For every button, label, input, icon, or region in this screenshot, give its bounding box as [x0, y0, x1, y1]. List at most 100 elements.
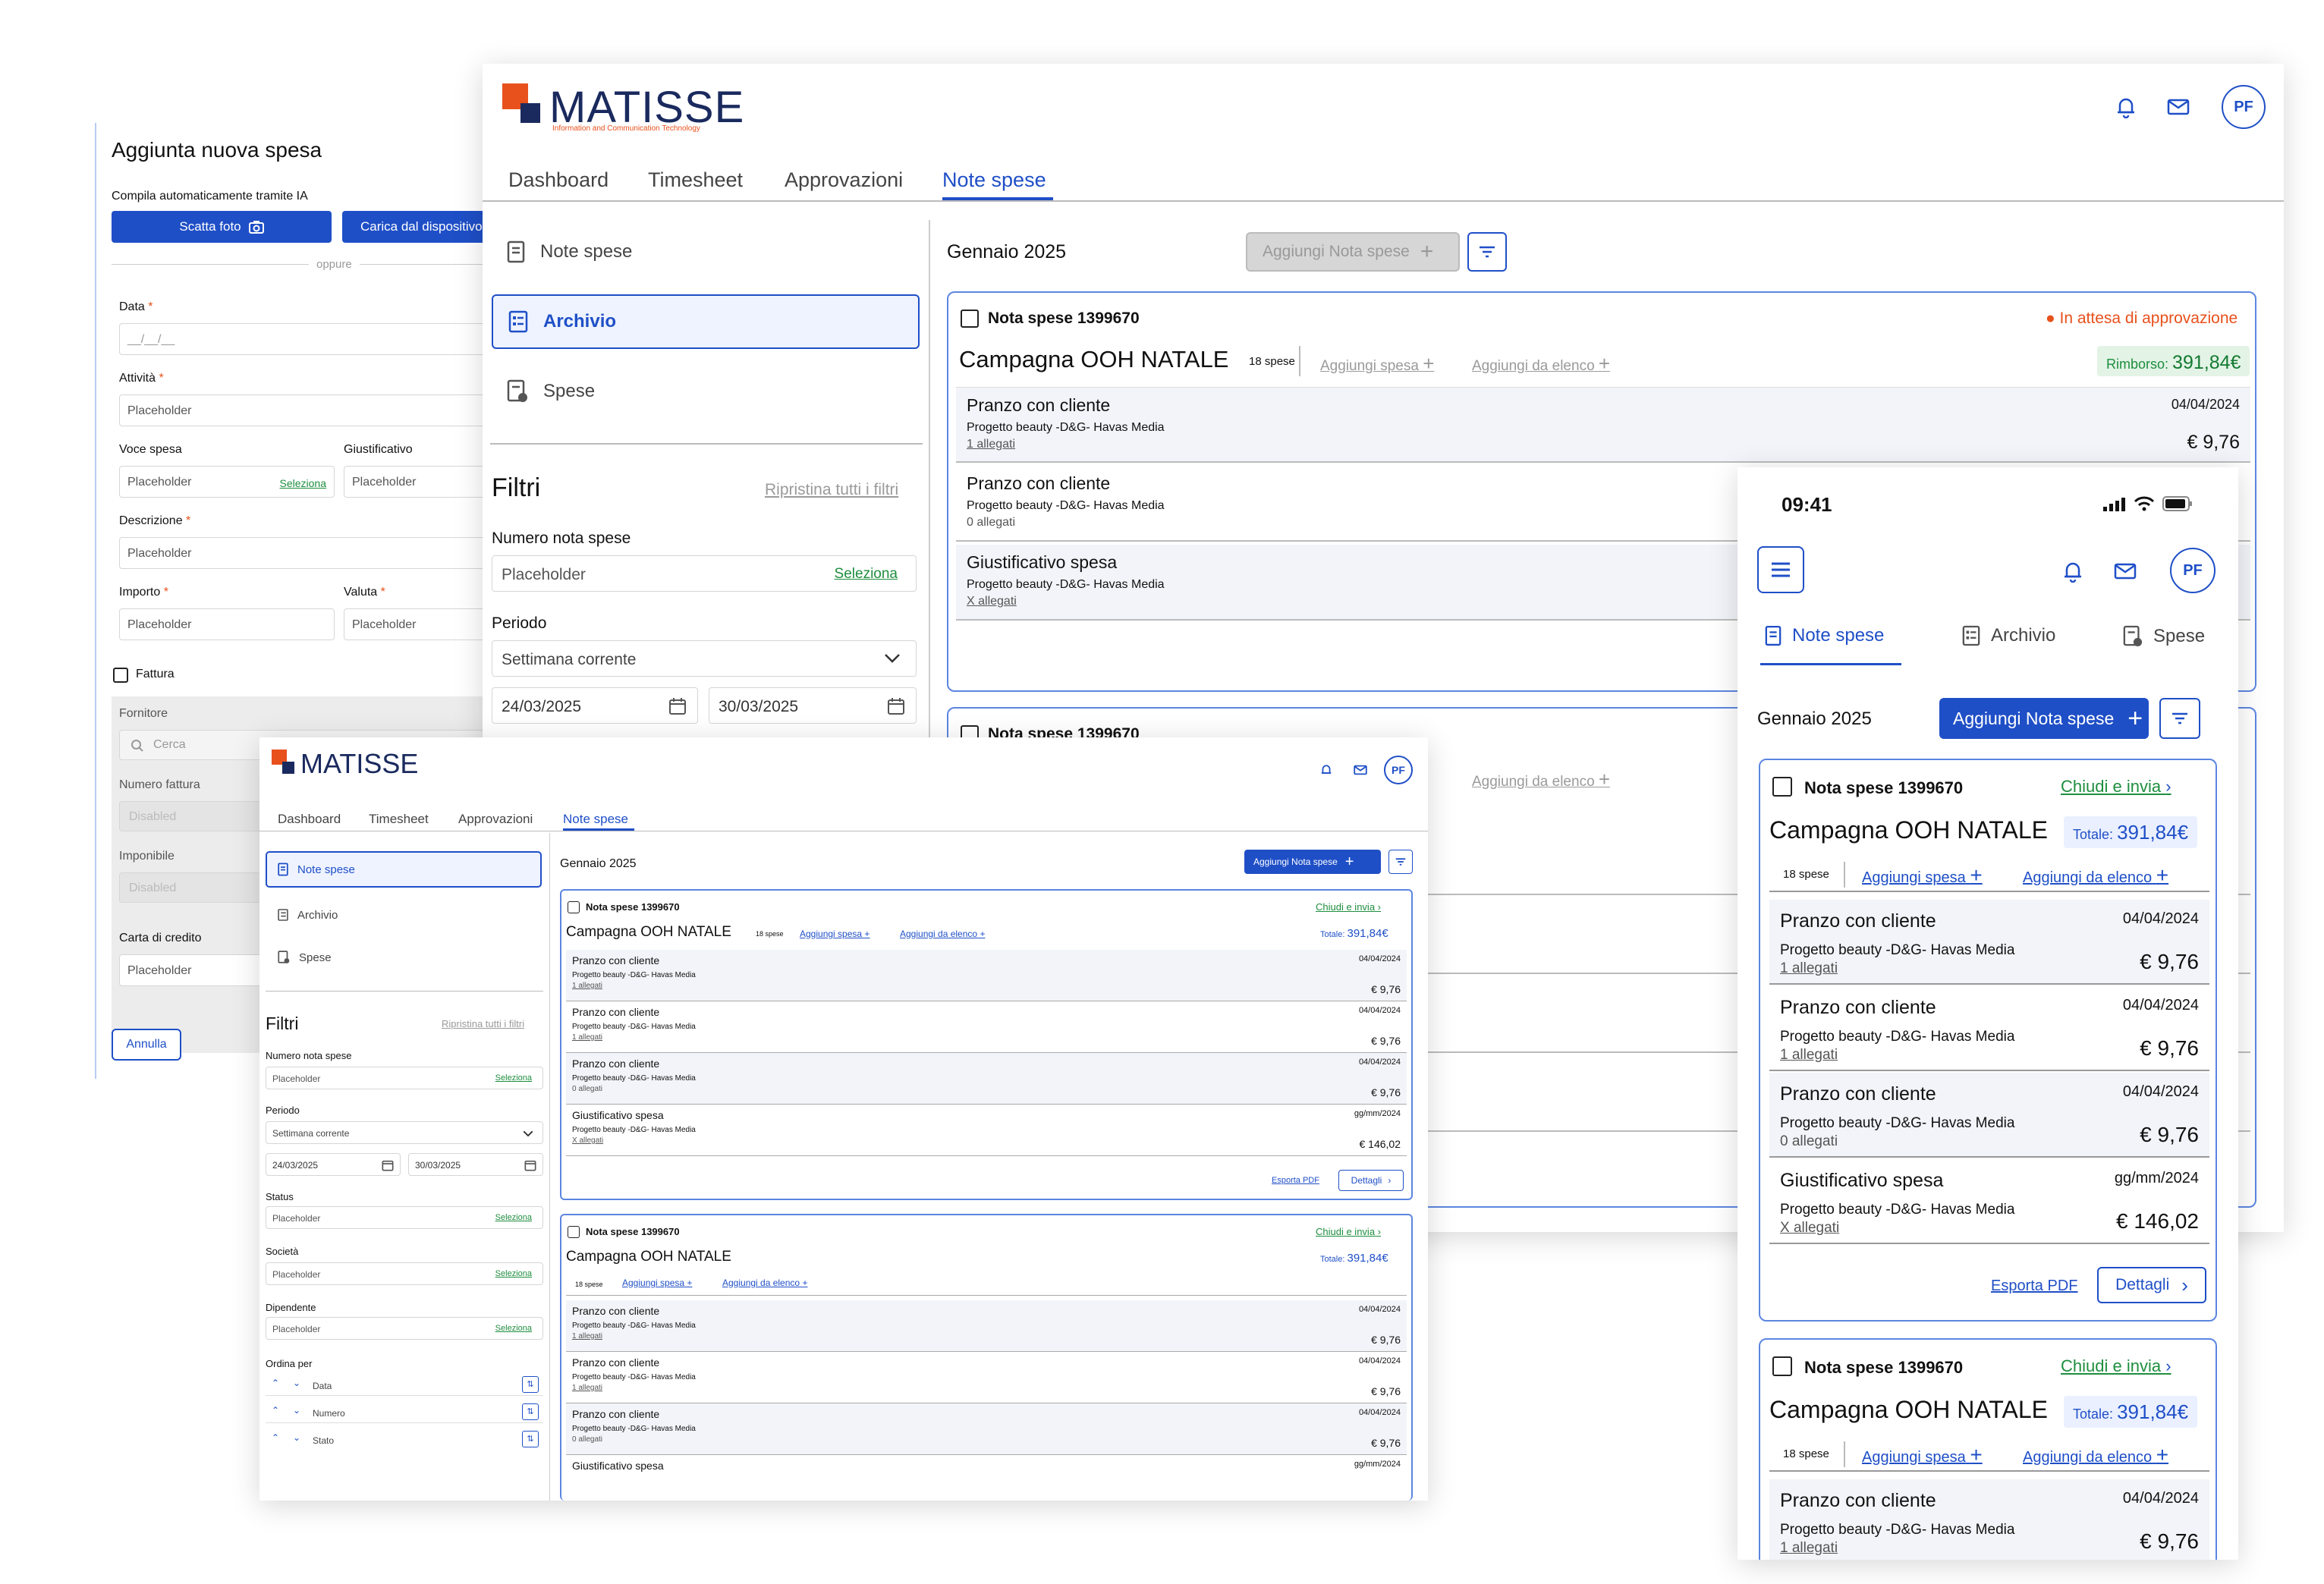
expense-row[interactable]: Pranzo con cliente Progetto beauty -D&G-… [1769, 900, 2209, 985]
sidebar-item-spese[interactable]: Spese [492, 363, 920, 420]
expense-attachments[interactable]: 1 allegati [1780, 960, 1838, 977]
add-from-list-link[interactable]: Aggiungi da elenco + [2023, 863, 2168, 888]
expense-attachments[interactable]: 1 allegati [572, 982, 602, 990]
avatar[interactable]: PF [2170, 548, 2216, 593]
add-note-button-disabled[interactable]: Aggiungi Nota spese + [1246, 232, 1460, 272]
sidebar-item-archivio[interactable]: Archivio [492, 294, 920, 349]
expense-row[interactable]: Pranzo con cliente Progetto beauty -D&G-… [566, 1352, 1407, 1403]
expense-attachments[interactable]: 1 allegati [967, 438, 1015, 451]
avatar[interactable]: PF [1384, 756, 1413, 784]
invoice-checkbox[interactable] [113, 668, 128, 683]
bell-icon[interactable] [2115, 96, 2137, 118]
bell-icon[interactable] [2062, 560, 2083, 583]
filter-button[interactable] [1388, 850, 1413, 874]
sidebar-item-note-spese[interactable]: Note spese [492, 223, 920, 281]
tab-spese[interactable]: Spese [2123, 625, 2205, 648]
numero-nota-field[interactable]: Placeholder Seleziona [492, 555, 917, 592]
expense-row[interactable]: Pranzo con cliente Progetto beauty -D&G-… [566, 950, 1407, 1001]
expense-row[interactable]: Pranzo con cliente Progetto beauty -D&G-… [566, 1300, 1407, 1352]
date-field[interactable]: __/__/__ [119, 323, 491, 355]
sort-toggle-icon[interactable]: ⇅ [522, 1431, 539, 1447]
sort-asc-icon[interactable]: ⌃ [272, 1405, 279, 1416]
tab-note-spese[interactable]: Note spese [942, 168, 1046, 192]
expense-attachments[interactable]: 1 allegati [572, 1033, 602, 1042]
dipendente-field[interactable]: Placeholder Seleziona [266, 1317, 543, 1340]
tab-approvazioni[interactable]: Approvazioni [458, 812, 533, 827]
avatar[interactable]: PF [2222, 85, 2266, 129]
bell-icon[interactable] [1320, 763, 1332, 777]
note-checkbox[interactable] [568, 1226, 580, 1238]
expense-attachments[interactable]: X allegati [967, 595, 1017, 608]
sort-asc-icon[interactable]: ⌃ [272, 1378, 279, 1388]
close-send-link[interactable]: Chiudi e invia › [2061, 1356, 2171, 1376]
giustificativo-field[interactable]: Placeholder [344, 466, 491, 498]
order-row[interactable]: ⌃ ⌄ Stato ⇅ [266, 1431, 543, 1450]
numero-nota-field[interactable]: Placeholder Seleziona [266, 1067, 543, 1089]
select-link[interactable]: Seleziona [495, 1269, 532, 1278]
close-send-link[interactable]: Chiudi e invia › [2061, 777, 2171, 797]
note-checkbox[interactable] [1772, 777, 1792, 797]
select-link[interactable]: Seleziona [835, 566, 898, 583]
date-from-field[interactable]: 24/03/2025 [266, 1153, 401, 1176]
export-pdf-link[interactable]: Esporta PDF [1272, 1176, 1319, 1185]
tab-dashboard[interactable]: Dashboard [278, 812, 341, 827]
add-from-list-link[interactable]: Aggiungi da elenco + [1472, 352, 1610, 376]
expense-attachments[interactable]: 1 allegati [572, 1384, 602, 1392]
mail-icon[interactable] [2167, 99, 2190, 115]
add-note-button[interactable]: Aggiungi Nota spese + [1939, 698, 2149, 739]
date-from-field[interactable]: 24/03/2025 [492, 687, 698, 724]
expense-row[interactable]: Giustificativo spesa Progetto beauty -D&… [1769, 1159, 2209, 1244]
order-row[interactable]: ⌃ ⌄ Data ⇅ [266, 1376, 543, 1396]
voce-field[interactable]: Placeholder Seleziona [119, 466, 335, 498]
sort-desc-icon[interactable]: ⌄ [293, 1378, 300, 1388]
activity-field[interactable]: Placeholder [119, 394, 491, 426]
reset-filters-link[interactable]: Ripristina tutti i filtri [442, 1018, 524, 1029]
select-link[interactable]: Seleziona [495, 1324, 532, 1333]
expense-attachments[interactable]: 1 allegati [1780, 1540, 1838, 1557]
sidebar-item-spese[interactable]: Spese [266, 939, 542, 976]
tab-note-spese[interactable]: Note spese [563, 812, 628, 827]
expense-row[interactable]: Giustificativo spesa Progetto beauty -D&… [566, 1105, 1407, 1156]
expense-row[interactable]: Pranzo con cliente Progetto beauty -D&G-… [1769, 986, 2209, 1071]
select-link[interactable]: Seleziona [495, 1213, 532, 1222]
expense-row[interactable]: Pranzo con cliente Progetto beauty -D&G-… [566, 1001, 1407, 1053]
tab-approvazioni[interactable]: Approvazioni [785, 168, 903, 192]
note-checkbox[interactable] [1772, 1356, 1792, 1376]
currency-field[interactable]: Placeholder [344, 608, 491, 640]
expense-attachments[interactable]: X allegati [572, 1136, 603, 1145]
tab-note-spese[interactable]: Note spese [1765, 625, 1884, 646]
add-expense-link[interactable]: Aggiungi spesa + [622, 1278, 692, 1288]
expense-attachments[interactable]: 1 allegati [1780, 1047, 1838, 1064]
add-from-list-link[interactable]: Aggiungi da elenco + [1472, 768, 1610, 791]
tab-timesheet[interactable]: Timesheet [369, 812, 429, 827]
expense-row[interactable]: Pranzo con cliente Progetto beauty -D&G-… [956, 387, 2250, 463]
societa-field[interactable]: Placeholder Seleziona [266, 1262, 543, 1285]
filter-button[interactable] [2159, 698, 2200, 739]
close-send-link[interactable]: Chiudi e invia › [1316, 1226, 1381, 1237]
expense-row[interactable]: Pranzo con cliente Progetto beauty -D&G-… [1769, 1073, 2209, 1158]
mail-icon[interactable] [2114, 563, 2137, 580]
sort-toggle-icon[interactable]: ⇅ [522, 1376, 539, 1393]
close-send-link[interactable]: Chiudi e invia › [1316, 901, 1381, 913]
menu-button[interactable] [1757, 546, 1804, 593]
sort-desc-icon[interactable]: ⌄ [293, 1405, 300, 1416]
details-button[interactable]: Dettagli › [1338, 1170, 1404, 1191]
add-expense-link[interactable]: Aggiungi spesa + [1320, 352, 1434, 376]
expense-attachments[interactable]: X allegati [1780, 1220, 1839, 1237]
add-expense-link[interactable]: Aggiungi spesa + [1862, 863, 1983, 888]
amount-field[interactable]: Placeholder [119, 608, 335, 640]
date-to-field[interactable]: 30/03/2025 [408, 1153, 543, 1176]
expense-row[interactable]: Pranzo con cliente Progetto beauty -D&G-… [566, 1053, 1407, 1105]
add-from-list-link[interactable]: Aggiungi da elenco + [722, 1278, 807, 1288]
sort-desc-icon[interactable]: ⌄ [293, 1432, 300, 1443]
add-from-list-link[interactable]: Aggiungi da elenco + [900, 929, 985, 939]
add-from-list-link[interactable]: Aggiungi da elenco + [2023, 1443, 2168, 1467]
tab-archivio[interactable]: Archivio [1962, 625, 2055, 646]
note-checkbox[interactable] [961, 310, 979, 328]
expense-row[interactable]: Pranzo con cliente Progetto beauty -D&G-… [566, 1403, 1407, 1455]
date-to-field[interactable]: 30/03/2025 [709, 687, 917, 724]
expense-row[interactable]: Pranzo con cliente Progetto beauty -D&G-… [1769, 1479, 2209, 1560]
sort-asc-icon[interactable]: ⌃ [272, 1432, 279, 1443]
add-expense-link[interactable]: Aggiungi spesa + [1862, 1443, 1983, 1467]
mail-icon[interactable] [1354, 765, 1367, 775]
